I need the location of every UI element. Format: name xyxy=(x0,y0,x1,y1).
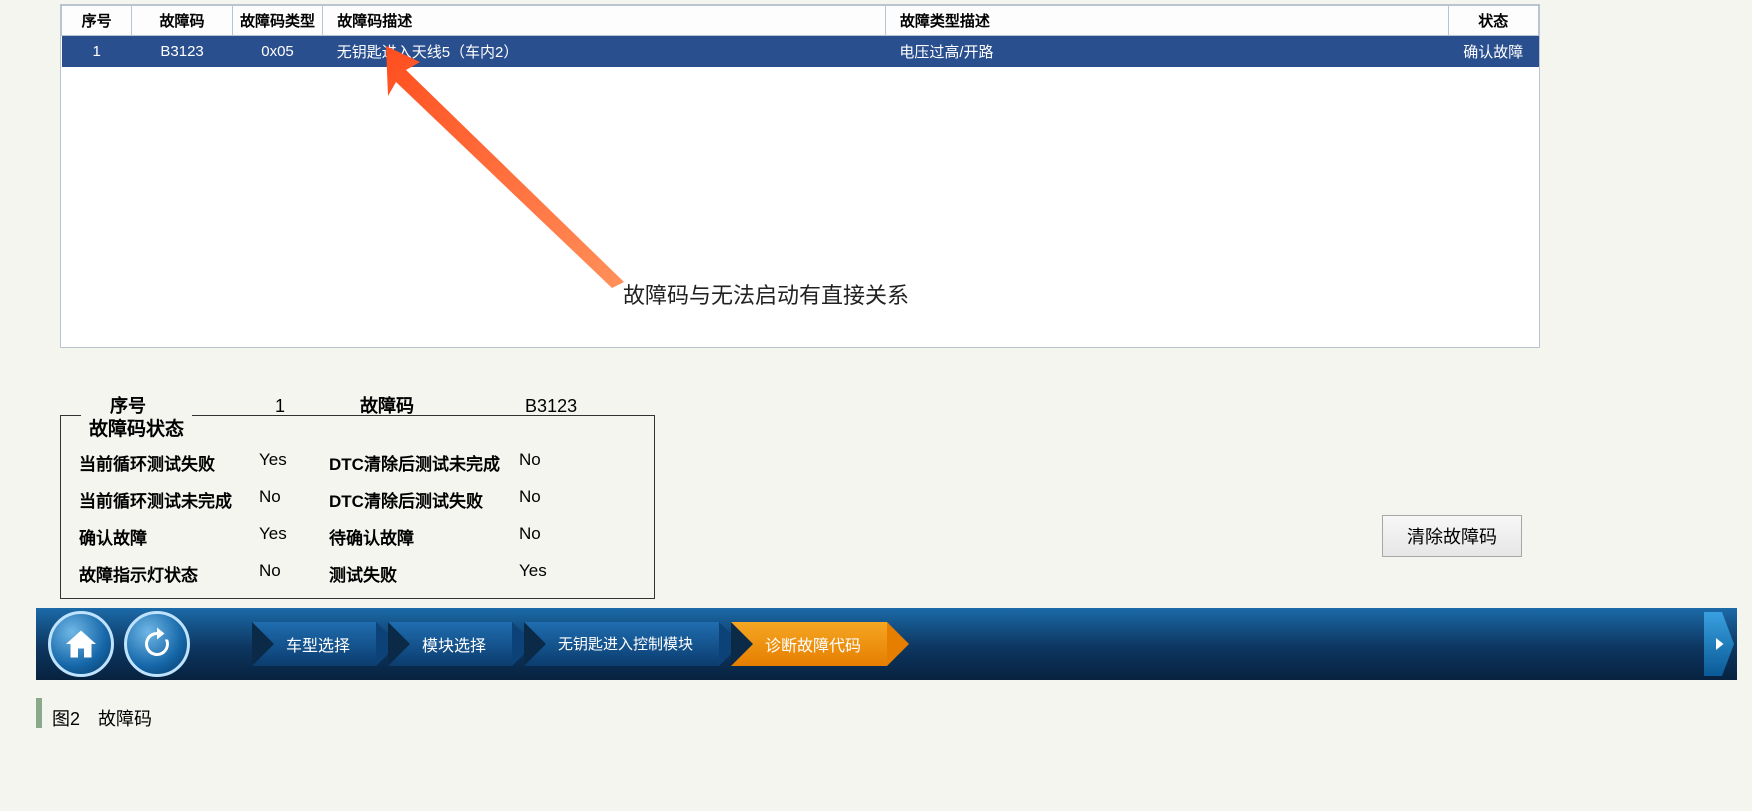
bottom-nav-bar: 车型选择 模块选择 无钥匙进入控制模块 诊断故障代码 xyxy=(36,608,1737,680)
dtc-row[interactable]: 1 B3123 0x05 无钥匙进入天线5（车内2） 电压过高/开路 确认故障 xyxy=(62,36,1539,68)
status-row: 当前循环测试未完成 No DTC清除后测试失败 No xyxy=(79,487,636,512)
breadcrumb-keyless-module[interactable]: 无钥匙进入控制模块 xyxy=(524,622,719,666)
status-row: 故障指示灯状态 No 测试失败 Yes xyxy=(79,561,636,586)
refresh-icon xyxy=(139,626,175,662)
status-label: 待确认故障 xyxy=(329,524,519,549)
status-label: 故障指示灯状态 xyxy=(79,561,259,586)
chevron-right-icon xyxy=(1710,629,1728,659)
clear-dtc-button[interactable]: 清除故障码 xyxy=(1382,515,1522,557)
breadcrumb-diagnose-dtc[interactable]: 诊断故障代码 xyxy=(731,622,887,666)
fault-status-group: 故障码状态 当前循环测试失败 Yes DTC清除后测试未完成 No 当前循环测试… xyxy=(60,415,655,599)
fault-status-title: 故障码状态 xyxy=(81,414,192,441)
cell-desc: 无钥匙进入天线5（车内2） xyxy=(323,36,886,68)
annotation-text: 故障码与无法启动有直接关系 xyxy=(623,278,909,310)
dtc-header-row: 序号 故障码 故障码类型 故障码描述 故障类型描述 状态 xyxy=(62,6,1539,36)
mid-code-value: B3123 xyxy=(525,396,577,417)
dtc-table: 序号 故障码 故障码类型 故障码描述 故障类型描述 状态 1 B3123 0x0… xyxy=(61,5,1539,67)
cell-seq: 1 xyxy=(62,36,132,68)
col-type-header: 故障码类型 xyxy=(232,6,322,36)
status-row: 当前循环测试失败 Yes DTC清除后测试未完成 No xyxy=(79,450,636,475)
status-label: 确认故障 xyxy=(79,524,259,549)
status-value: No xyxy=(259,561,329,586)
status-value: No xyxy=(519,450,579,475)
figure-caption: 图2 故障码 xyxy=(52,705,152,731)
col-desc-header: 故障码描述 xyxy=(323,6,886,36)
status-label: DTC清除后测试未完成 xyxy=(329,450,519,475)
breadcrumb-label: 模块选择 xyxy=(422,632,486,656)
status-label: 测试失败 xyxy=(329,561,519,586)
status-value: No xyxy=(519,487,579,512)
dtc-panel: 序号 故障码 故障码类型 故障码描述 故障类型描述 状态 1 B3123 0x0… xyxy=(60,4,1540,348)
col-seq-header: 序号 xyxy=(62,6,132,36)
col-code-header: 故障码 xyxy=(132,6,232,36)
annotation-arrow-icon xyxy=(376,40,636,295)
mid-seq-value: 1 xyxy=(275,396,355,417)
cell-type: 0x05 xyxy=(232,36,322,68)
status-value: No xyxy=(259,487,329,512)
home-button[interactable] xyxy=(48,611,114,677)
col-status-header: 状态 xyxy=(1448,6,1538,36)
breadcrumb-module-select[interactable]: 模块选择 xyxy=(388,622,512,666)
caption-bar-icon xyxy=(36,698,42,728)
cell-typedesc: 电压过高/开路 xyxy=(885,36,1448,68)
status-label: DTC清除后测试失败 xyxy=(329,487,519,512)
status-label: 当前循环测试失败 xyxy=(79,450,259,475)
status-value: Yes xyxy=(259,450,329,475)
cell-code: B3123 xyxy=(132,36,232,68)
breadcrumb-label: 车型选择 xyxy=(286,632,350,656)
home-icon xyxy=(63,626,99,662)
status-label: 当前循环测试未完成 xyxy=(79,487,259,512)
breadcrumb-vehicle-select[interactable]: 车型选择 xyxy=(252,622,376,666)
status-value: Yes xyxy=(259,524,329,549)
breadcrumb-label: 诊断故障代码 xyxy=(765,632,861,656)
refresh-button[interactable] xyxy=(124,611,190,677)
col-typedesc-header: 故障类型描述 xyxy=(885,6,1448,36)
cell-status: 确认故障 xyxy=(1448,36,1538,68)
status-value: No xyxy=(519,524,579,549)
status-value: Yes xyxy=(519,561,579,586)
breadcrumb-label: 无钥匙进入控制模块 xyxy=(558,636,693,653)
status-row: 确认故障 Yes 待确认故障 No xyxy=(79,524,636,549)
